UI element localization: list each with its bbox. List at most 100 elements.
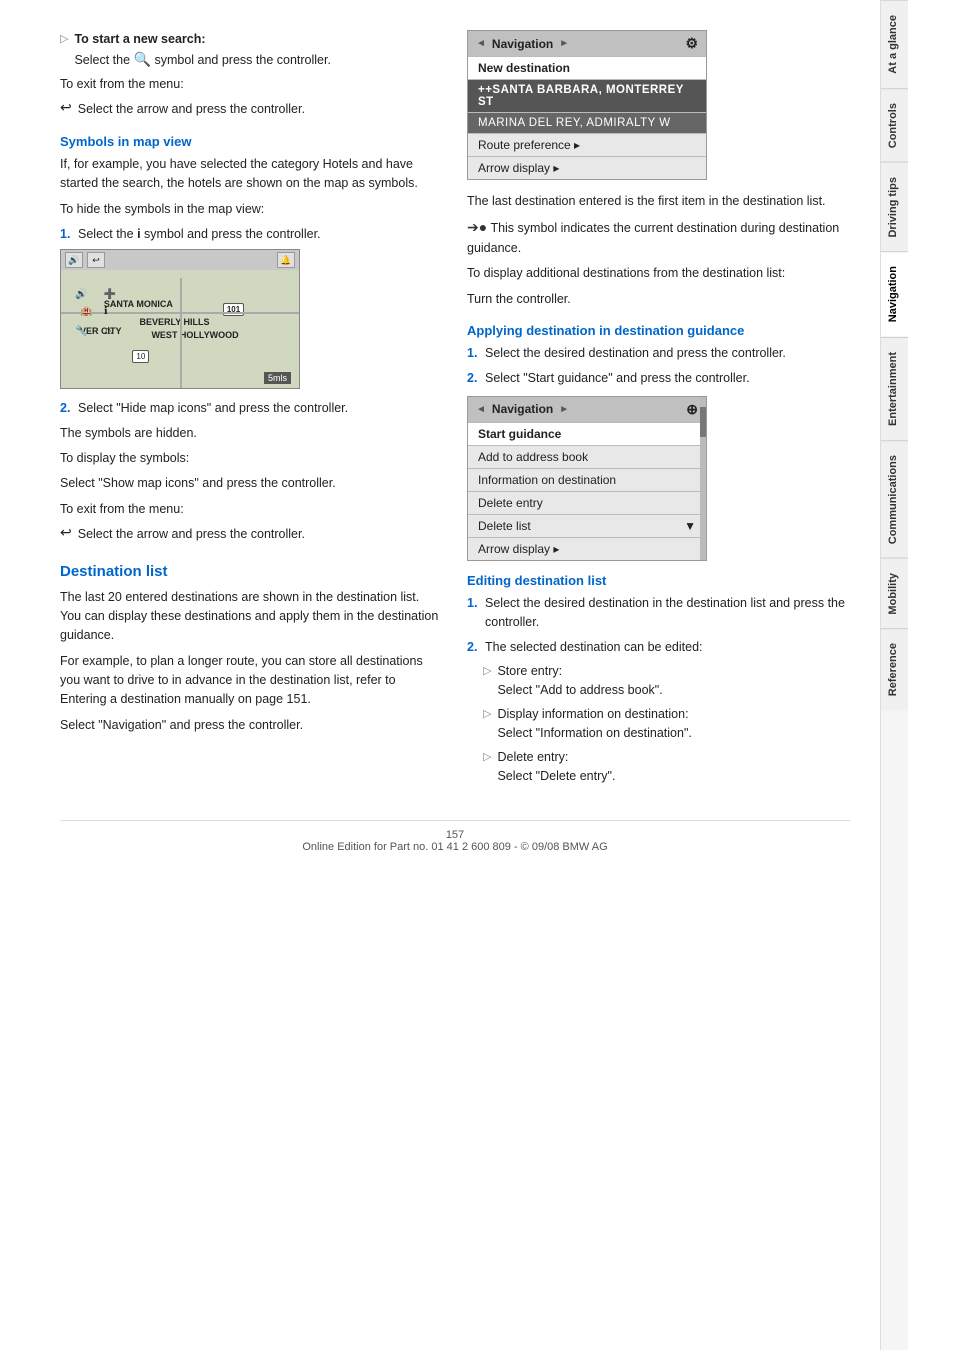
step2-text: Select "Hide map icons" and press the co…: [78, 399, 348, 418]
exit-menu-instruction: ↩ Select the arrow and press the control…: [60, 100, 443, 119]
back-arrow-icon: ↩: [60, 100, 72, 114]
nav-box-1-item-3[interactable]: Route preference ▸: [468, 133, 706, 156]
new-search-body: Select the 🔍 symbol and press the contro…: [74, 53, 330, 67]
page-footer: 157 Online Edition for Part no. 01 41 2 …: [60, 820, 850, 853]
sidebar-tab-driving-tips[interactable]: Driving tips: [881, 162, 908, 252]
nav-box-1-header: ◄ Navigation ► ⚙: [468, 31, 706, 56]
editing-step2: 2. The selected destination can be edite…: [467, 638, 850, 657]
nav-box-2: ◄ Navigation ► ⊕ Start guidance Add to a…: [467, 396, 707, 561]
page-wrapper: ▷ To start a new search: Select the 🔍 sy…: [0, 0, 954, 1350]
editing-step1: 1. Select the desired destination in the…: [467, 594, 850, 633]
display-more-instruction: Turn the controller.: [467, 290, 850, 309]
sidebar-tab-communications[interactable]: Communications: [881, 440, 908, 558]
editing-option-0-arrow: ▷: [483, 663, 491, 701]
new-search-text: To start a new search: Select the 🔍 symb…: [74, 30, 330, 71]
nav-box-2-title: Navigation: [492, 402, 553, 416]
step1-item: 1. Select the i symbol and press the con…: [60, 225, 443, 244]
map-toolbar-icon-2[interactable]: ↩: [87, 252, 105, 268]
editing-step2-num: 2.: [467, 638, 481, 657]
editing-option-1-text: Display information on destination: Sele…: [497, 705, 691, 744]
applying-step1-num: 1.: [467, 344, 481, 363]
nav-box-1: ◄ Navigation ► ⚙ New destination ++SANTA…: [467, 30, 707, 180]
nav-box-2-scroll-icon: ▼: [684, 519, 696, 533]
editing-option-2: ▷ Delete entry: Select "Delete entry".: [483, 748, 850, 787]
footer-text: Online Edition for Part no. 01 41 2 600 …: [302, 841, 607, 853]
nav-box-1-item-1[interactable]: ++SANTA BARBARA, MONTERREY ST: [468, 79, 706, 112]
map-toolbar-icon-1[interactable]: 🔊: [65, 252, 83, 268]
dest-symbol-icon: ➔●: [467, 219, 487, 235]
map-icon-5: ⚠: [104, 326, 113, 337]
nav-box-1-item-4[interactable]: Arrow display ▸: [468, 156, 706, 179]
symbols-show-note: Select "Show map icons" and press the co…: [60, 474, 443, 493]
dest-symbol-note: ➔● This symbol indicates the current des…: [467, 217, 850, 258]
nav-box-2-item-0[interactable]: Start guidance: [468, 422, 706, 445]
editing-heading: Editing destination list: [467, 573, 850, 588]
display-more-label: To display additional destinations from …: [467, 264, 850, 283]
dest-list-body3: Select "Navigation" and press the contro…: [60, 716, 443, 735]
nav-box-2-item-3[interactable]: Delete entry: [468, 491, 706, 514]
applying-step1-text: Select the desired destination and press…: [485, 344, 786, 363]
dest-list-line1: The last destination entered is the firs…: [467, 192, 850, 211]
map-toolbar-icon-3[interactable]: 🔔: [277, 252, 295, 268]
map-label-west-hollywood: WEST HOLLYWOOD: [151, 330, 238, 340]
symbols-exit-label: To exit from the menu:: [60, 500, 443, 519]
nav-right-arrow-icon: ►: [559, 38, 569, 49]
nav-box-2-item-1[interactable]: Add to address book: [468, 445, 706, 468]
sidebar-tab-mobility[interactable]: Mobility: [881, 558, 908, 629]
symbols-show-label: To display the symbols:: [60, 449, 443, 468]
nav-box-1-settings-icon: ⚙: [685, 35, 698, 52]
back-arrow-icon2: ↩: [60, 525, 72, 539]
applying-step1: 1. Select the desired destination and pr…: [467, 344, 850, 363]
symbols-body2: To hide the symbols in the map view:: [60, 200, 443, 219]
applying-step2: 2. Select "Start guidance" and press the…: [467, 369, 850, 388]
new-search-heading: To start a new search:: [74, 32, 205, 46]
exit-menu-text: Select the arrow and press the controlle…: [78, 100, 305, 119]
symbols-body1: If, for example, you have selected the c…: [60, 155, 443, 194]
map-road-10: 10: [132, 350, 149, 363]
scroll-thumb: [700, 407, 706, 437]
dest-list-body2: For example, to plan a longer route, you…: [60, 652, 443, 710]
step1-text: Select the i symbol and press the contro…: [78, 225, 321, 244]
map-road-v: [180, 278, 182, 388]
editing-step1-num: 1.: [467, 594, 481, 633]
sidebar-tab-reference[interactable]: Reference: [881, 628, 908, 710]
symbols-hidden-note: The symbols are hidden.: [60, 424, 443, 443]
bullet-arrow-icon: ▷: [60, 31, 68, 71]
sidebar-tab-entertainment[interactable]: Entertainment: [881, 337, 908, 440]
map-icon-i: ℹ: [104, 306, 108, 317]
scrollbar: [700, 397, 706, 560]
map-icon-3: 🏨: [80, 306, 92, 317]
nav-box-2-item-5[interactable]: Arrow display ▸: [468, 537, 706, 560]
applying-heading: Applying destination in destination guid…: [467, 323, 850, 338]
new-search-bullet: ▷ To start a new search: Select the 🔍 sy…: [60, 30, 443, 71]
map-image: 🔊 ↩ 🔔 SANTA MONICA BEVERLY HILLS VER CIT…: [60, 249, 300, 389]
nav-box-1-item-0[interactable]: New destination: [468, 56, 706, 79]
step2-item: 2. Select "Hide map icons" and press the…: [60, 399, 443, 418]
sidebar-tab-at-a-glance[interactable]: At a glance: [881, 0, 908, 88]
nav-box-2-item-2[interactable]: Information on destination: [468, 468, 706, 491]
applying-step2-text: Select "Start guidance" and press the co…: [485, 369, 750, 388]
map-toolbar: 🔊 ↩ 🔔: [61, 250, 299, 270]
sidebar-tab-navigation[interactable]: Navigation: [881, 251, 908, 336]
nav-box-1-item-2[interactable]: MARINA DEL REY, ADMIRALTY W: [468, 112, 706, 133]
symbols-exit-text: Select the arrow and press the controlle…: [78, 525, 305, 544]
two-col-top: ▷ To start a new search: Select the 🔍 sy…: [60, 30, 850, 790]
nav2-right-arrow-icon: ►: [559, 404, 569, 415]
dest-list-body1: The last 20 entered destinations are sho…: [60, 588, 443, 646]
editing-option-1: ▷ Display information on destination: Se…: [483, 705, 850, 744]
map-icon-2: ➕: [104, 289, 116, 300]
nav-box-2-item-4[interactable]: Delete list ▼: [468, 514, 706, 537]
editing-option-0: ▷ Store entry: Select "Add to address bo…: [483, 662, 850, 701]
sidebar-tab-controls[interactable]: Controls: [881, 88, 908, 162]
nav-box-1-title: Navigation: [492, 37, 553, 51]
editing-option-0-text: Store entry: Select "Add to address book…: [497, 662, 662, 701]
symbols-heading: Symbols in map view: [60, 134, 443, 149]
editing-option-2-arrow: ▷: [483, 749, 491, 787]
left-column: ▷ To start a new search: Select the 🔍 sy…: [60, 30, 443, 790]
editing-step1-text: Select the desired destination in the de…: [485, 594, 850, 633]
dest-symbol-text: This symbol indicates the current destin…: [467, 221, 839, 255]
map-scale-badge: 5mls: [264, 372, 291, 384]
nav2-left-arrow-icon: ◄: [476, 404, 486, 415]
applying-step2-num: 2.: [467, 369, 481, 388]
right-column: ◄ Navigation ► ⚙ New destination ++SANTA…: [467, 30, 850, 790]
